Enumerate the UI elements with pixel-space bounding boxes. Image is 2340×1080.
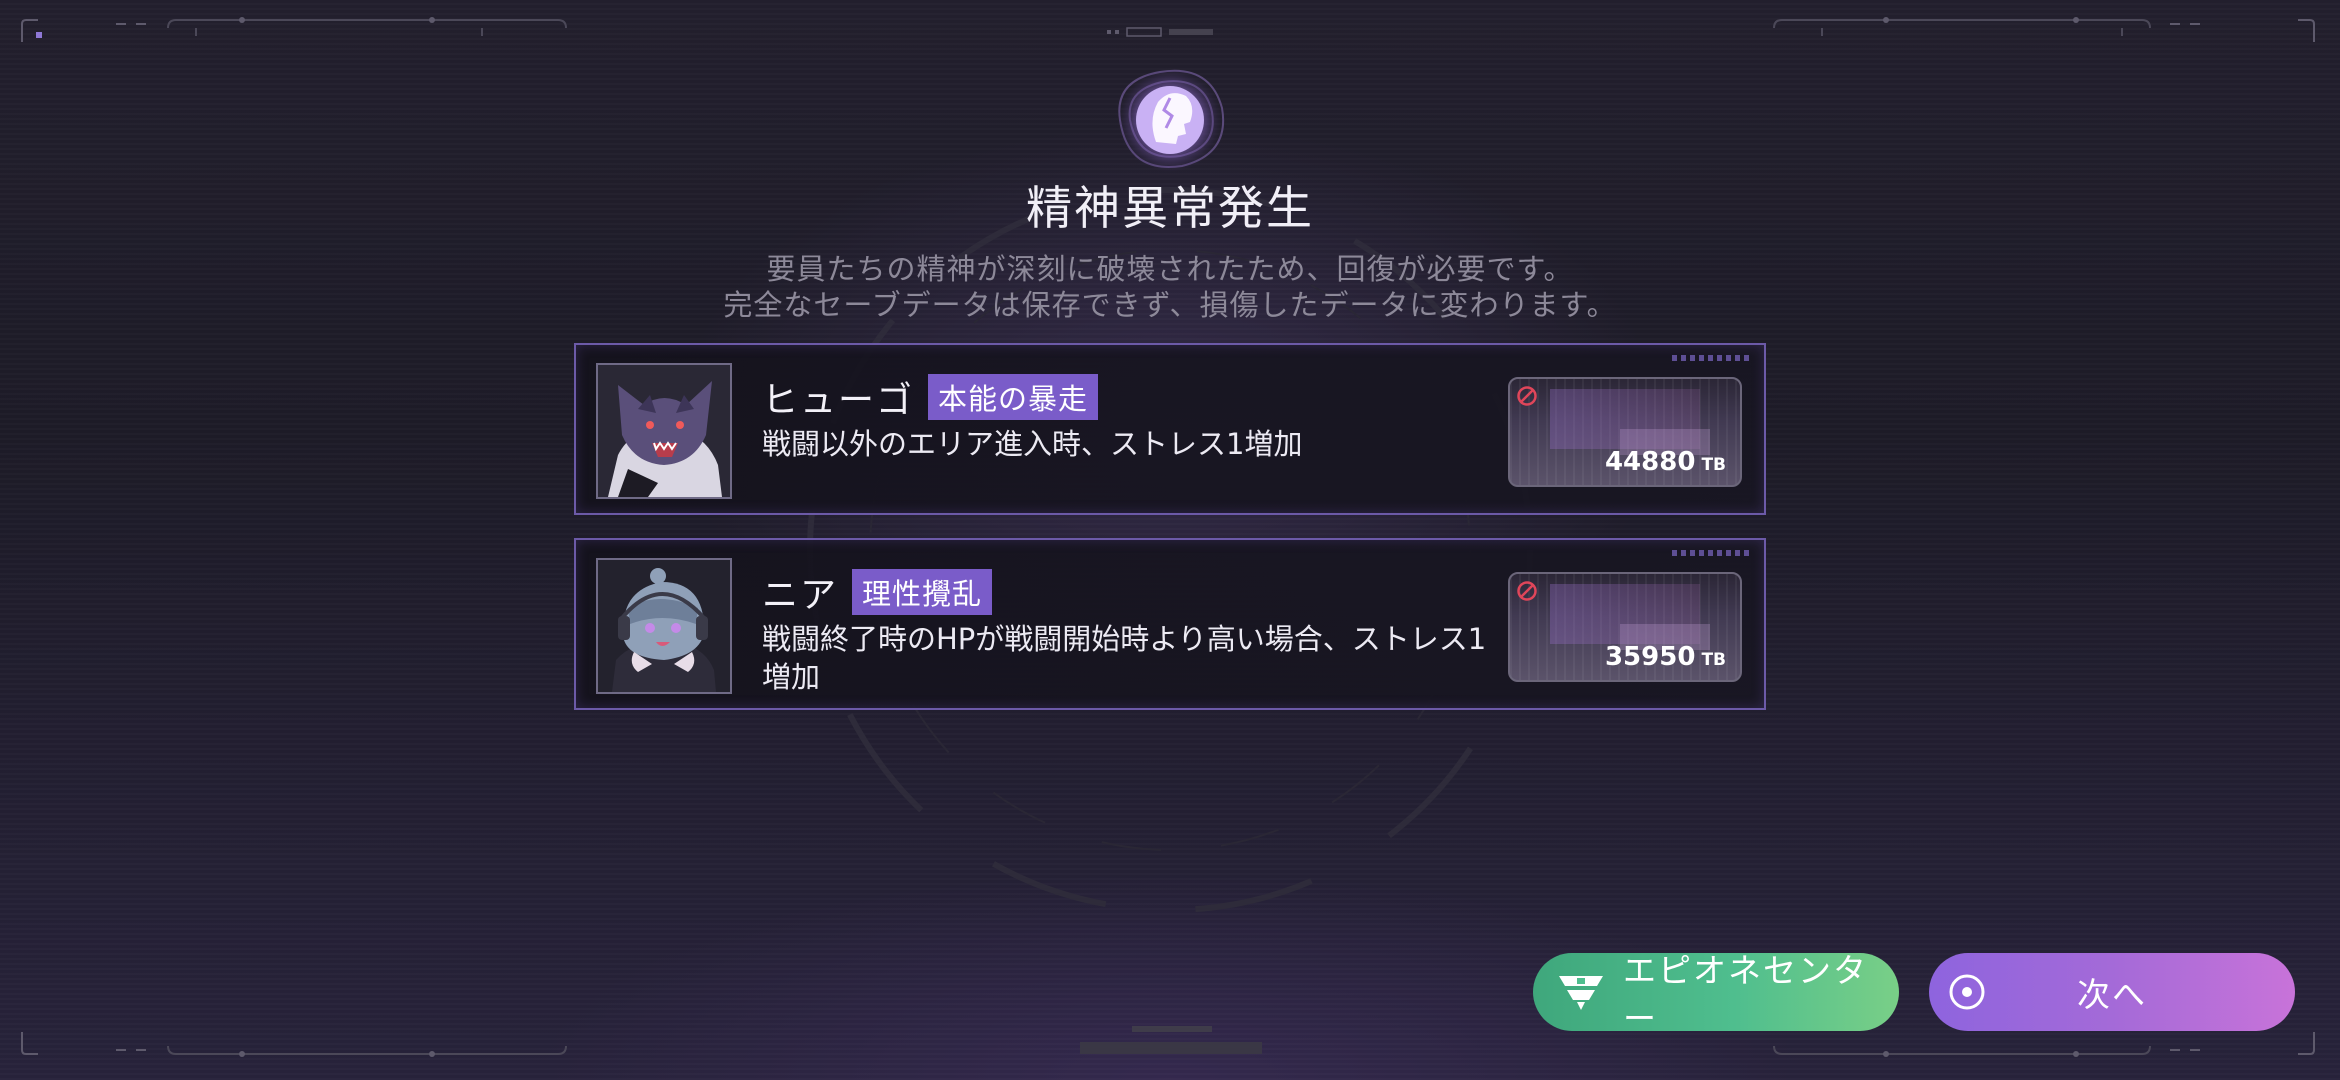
status-tag: 理性攪乱 (852, 569, 993, 615)
epio-center-label: エピオネセンター (1623, 951, 1868, 1038)
status-tag: 本能の暴走 (928, 374, 1099, 420)
page-title: 精神異常発生 (1026, 181, 1314, 235)
epio-logo-icon (1557, 972, 1605, 1012)
hud-frame-bottom-left (18, 1024, 578, 1074)
character-name: ヒューゴ (762, 380, 915, 421)
card-corner-mark (1672, 355, 1752, 361)
next-button[interactable]: 次へ (1929, 953, 2295, 1031)
data-size: 44880 TB (1604, 447, 1726, 477)
prohibited-icon (1516, 385, 1538, 407)
hud-bottom-center-mark (1078, 1026, 1264, 1060)
data-size: 35950 TB (1604, 642, 1726, 672)
portrait-nia (596, 558, 732, 694)
status-effect-text: 戦闘終了時のHPが戦闘開始時より高い場合、ストレス1増加 (762, 622, 1487, 694)
status-effect-text: 戦闘以外のエリア進入時、ストレス1増加 (762, 427, 1303, 461)
cracked-head-icon (1100, 50, 1240, 190)
target-circle-icon (1947, 972, 1987, 1012)
description-line-2: 完全なセーブデータは保存できず、損傷したデータに変わります。 (723, 288, 1617, 322)
hud-frame-top-left (18, 14, 578, 54)
data-unit: TB (1701, 455, 1726, 475)
character-card-nia: ニア 理性攪乱 戦闘終了時のHPが戦闘開始時より高い場合、ストレス1増加 359… (574, 538, 1766, 710)
damaged-data-tile: 35950 TB (1508, 572, 1742, 682)
hud-top-center-mark (1105, 26, 1235, 40)
portrait-hugo (596, 363, 732, 499)
damaged-data-tile: 44880 TB (1508, 377, 1742, 487)
prohibited-icon (1516, 580, 1538, 602)
character-name: ニア (762, 575, 839, 616)
data-unit: TB (1701, 650, 1726, 670)
card-corner-mark (1672, 550, 1752, 556)
epio-center-button[interactable]: エピオネセンター (1533, 951, 1899, 1038)
character-card-hugo: ヒューゴ 本能の暴走 戦闘以外のエリア進入時、ストレス1増加 44880 TB (574, 343, 1766, 515)
hud-frame-top-right (1762, 14, 2322, 54)
